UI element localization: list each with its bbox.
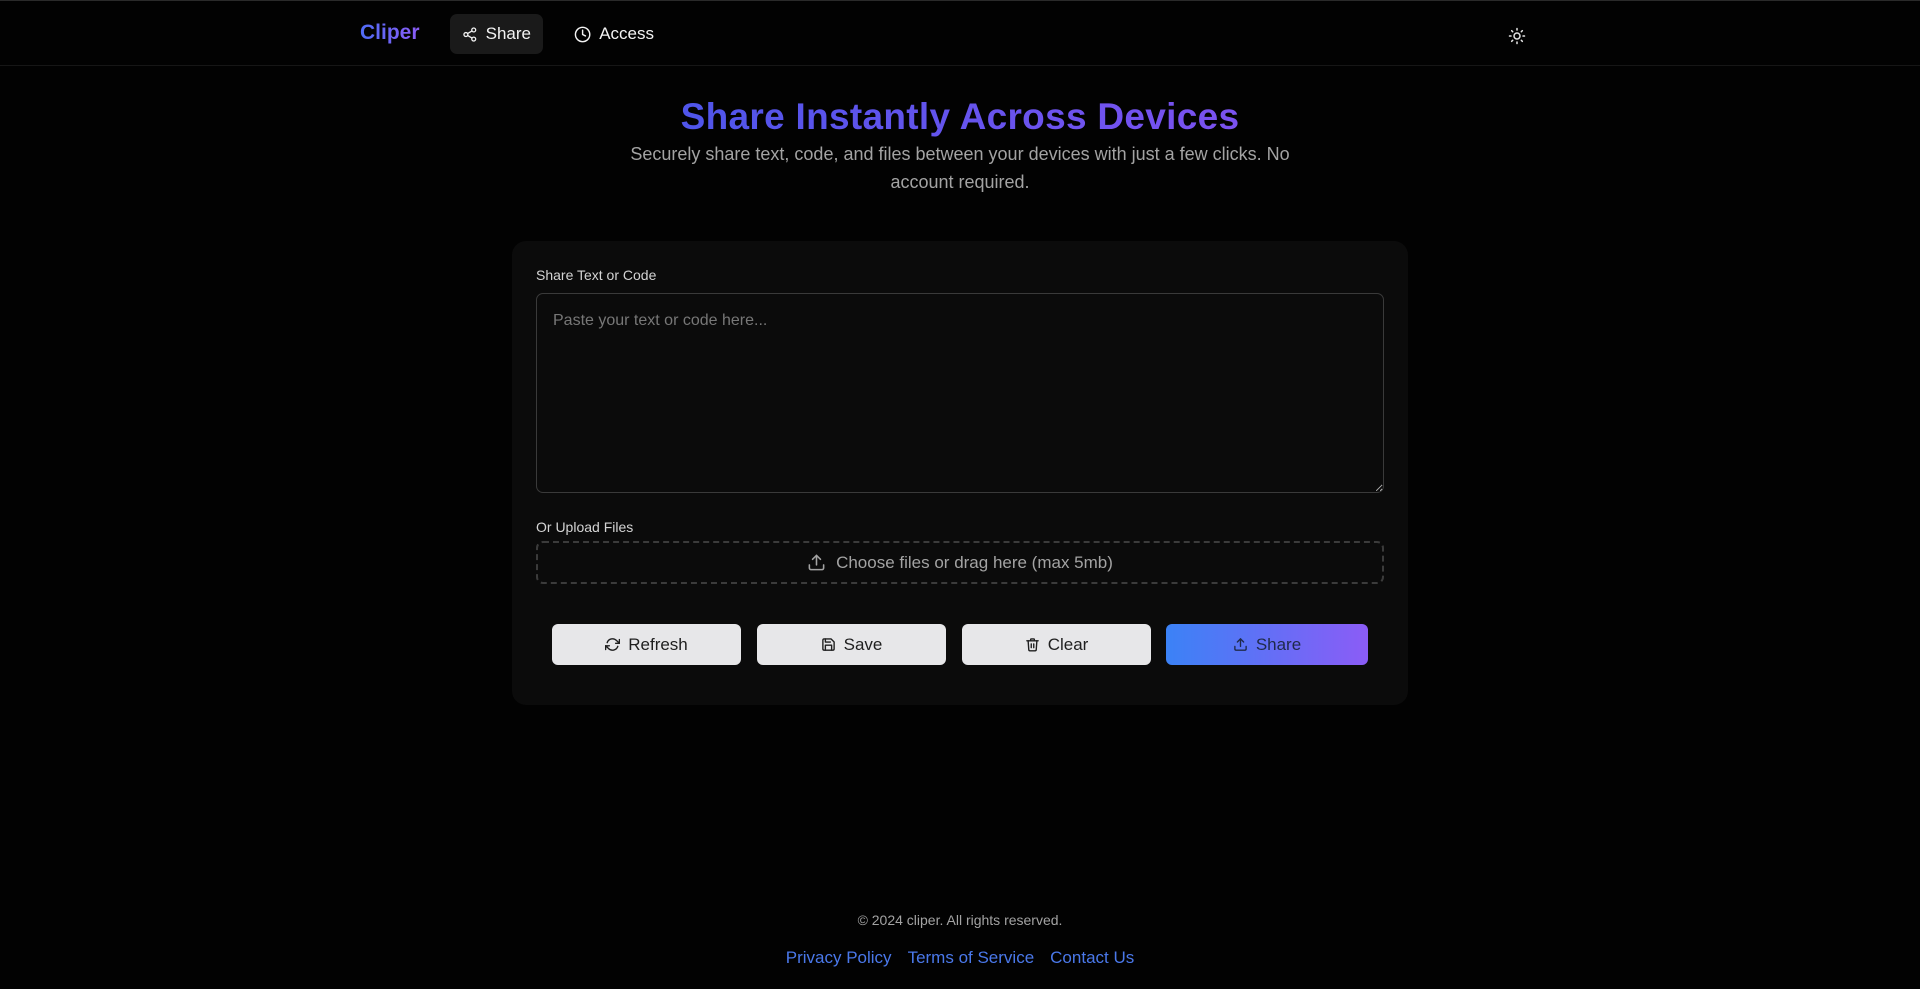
sun-icon <box>1508 27 1526 45</box>
clear-button-label: Clear <box>1047 634 1089 654</box>
nav-share-label: Share <box>485 24 531 43</box>
refresh-button[interactable]: Refresh <box>552 624 741 665</box>
footer-links: Privacy Policy Terms of Service Contact … <box>0 948 1920 968</box>
share-card: Share Text or Code Or Upload Files Choos… <box>512 241 1408 705</box>
page-subtitle: Securely share text, code, and files bet… <box>630 144 1290 192</box>
nav-share-button[interactable]: Share <box>450 14 543 54</box>
save-icon <box>821 638 835 651</box>
dropzone-text: Choose files or drag here (max 5mb) <box>836 552 1113 572</box>
trash-icon <box>1025 638 1039 652</box>
upload-icon <box>808 554 825 571</box>
share-button[interactable]: Share <box>1166 624 1368 665</box>
contact-us-link[interactable]: Contact Us <box>1050 948 1134 968</box>
top-navbar: Cliper Share Access <box>0 0 1920 66</box>
privacy-policy-link[interactable]: Privacy Policy <box>786 948 892 968</box>
save-button-label: Save <box>843 634 883 654</box>
refresh-icon <box>605 638 621 651</box>
clear-button[interactable]: Clear <box>962 624 1151 665</box>
terms-of-service-link[interactable]: Terms of Service <box>908 948 1035 968</box>
save-button[interactable]: Save <box>757 624 946 665</box>
brand-logo[interactable]: Cliper <box>360 21 420 45</box>
file-dropzone[interactable]: Choose files or drag here (max 5mb) <box>536 541 1384 584</box>
nav-access-button[interactable]: Access <box>562 14 666 54</box>
upload-label: Or Upload Files <box>536 519 634 535</box>
text-input-label: Share Text or Code <box>536 267 657 283</box>
share-icon <box>463 26 477 42</box>
clock-icon <box>574 26 591 42</box>
refresh-button-label: Refresh <box>628 634 688 654</box>
share-button-label: Share <box>1255 634 1302 654</box>
upload-icon <box>1234 638 1247 651</box>
theme-toggle-button[interactable] <box>1504 23 1530 49</box>
share-text-input[interactable] <box>536 293 1384 493</box>
nav-access-label: Access <box>599 24 654 43</box>
page-title: Share Instantly Across Devices <box>680 96 1240 137</box>
footer-copyright: © 2024 cliper. All rights reserved. <box>857 912 1063 928</box>
